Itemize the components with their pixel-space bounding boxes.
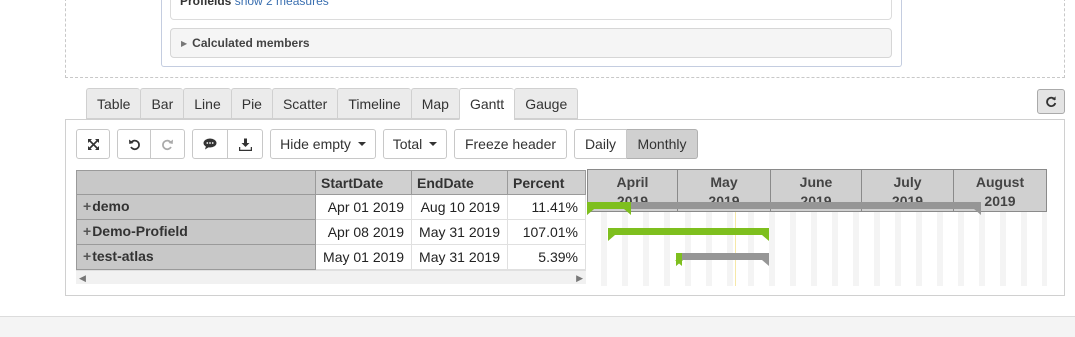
gantt-progress-test-atlas: [675, 253, 683, 266]
daily-label: Daily: [584, 136, 617, 152]
hide-empty-label: Hide empty: [280, 136, 351, 152]
hide-empty-dropdown[interactable]: Hide empty: [270, 129, 376, 159]
profields-group: Profields show 2 measures: [170, 0, 892, 20]
total-dropdown[interactable]: Total: [383, 129, 447, 159]
cell-enddate: May 31 2019: [412, 220, 508, 245]
column-header-startdate[interactable]: StartDate: [315, 170, 412, 195]
caret-down-icon: [357, 142, 366, 146]
row-header-demo-profield[interactable]: +Demo-Profield: [76, 219, 316, 245]
show-measures-link[interactable]: show 2 measures: [235, 0, 329, 8]
column-header-enddate[interactable]: EndDate: [411, 170, 508, 195]
fullscreen-button[interactable]: [76, 129, 110, 159]
row-label: demo: [92, 198, 130, 214]
monthly-label: Monthly: [637, 136, 687, 152]
tab-table[interactable]: Table: [86, 88, 141, 119]
undo-button[interactable]: [117, 129, 151, 159]
month-label: June: [799, 174, 833, 190]
expand-icon: [87, 138, 99, 150]
refresh-button[interactable]: [1037, 89, 1065, 114]
expand-plus-icon[interactable]: +: [83, 248, 91, 264]
cell-percent: 107.01%: [508, 220, 586, 245]
page-footer: [0, 316, 1075, 337]
tab-scatter[interactable]: Scatter: [271, 88, 338, 119]
month-label: August: [975, 174, 1025, 190]
visualization-tabs: Table Bar Line Pie Scatter Timeline Map …: [86, 88, 579, 120]
tab-gantt[interactable]: Gantt: [458, 88, 515, 120]
daily-button[interactable]: Daily: [574, 129, 627, 159]
column-header-percent[interactable]: Percent: [507, 170, 586, 195]
tab-timeline[interactable]: Timeline: [337, 88, 411, 119]
cell-startdate: Apr 08 2019: [316, 220, 412, 245]
table-corner-header: [76, 170, 316, 195]
gantt-chart: April 2019 May 2019 June 2019 July 2019 Augu…: [587, 169, 1047, 286]
monthly-button[interactable]: Monthly: [627, 129, 698, 159]
refresh-icon: [1046, 95, 1057, 107]
tab-gauge[interactable]: Gauge: [514, 88, 579, 119]
cell-startdate: May 01 2019: [316, 245, 412, 270]
freeze-header-button[interactable]: Freeze header: [454, 129, 567, 159]
month-label: April: [616, 174, 649, 190]
expand-plus-icon[interactable]: +: [83, 198, 91, 214]
undo-icon: [128, 139, 140, 150]
gantt-bar-demo[interactable]: [587, 202, 981, 215]
gantt-today-line: [735, 212, 736, 286]
gantt-bar-test-atlas[interactable]: [676, 253, 769, 266]
tab-pie[interactable]: Pie: [230, 88, 272, 119]
cell-enddate: May 31 2019: [412, 245, 508, 270]
expand-plus-icon[interactable]: +: [83, 223, 91, 239]
redo-icon: [162, 139, 173, 150]
profields-label: Profields: [180, 0, 232, 8]
tab-map[interactable]: Map: [410, 88, 459, 119]
year-label: 2019: [984, 193, 1016, 209]
redo-button[interactable]: [151, 129, 185, 159]
scroll-right-icon[interactable]: ▶: [576, 271, 583, 285]
caret-down-icon: [429, 142, 438, 146]
calculated-members-toggle[interactable]: ▶ Calculated members: [170, 28, 892, 58]
month-label: May: [710, 174, 738, 190]
scroll-left-icon[interactable]: ◀: [79, 271, 86, 285]
triangle-right-icon: ▶: [181, 39, 188, 48]
row-label: test-atlas: [92, 248, 154, 264]
download-button[interactable]: [228, 129, 263, 159]
tab-line[interactable]: Line: [183, 88, 231, 119]
row-header-demo[interactable]: +demo: [76, 194, 316, 220]
month-label: July: [893, 174, 922, 190]
download-icon: [238, 138, 252, 151]
row-label: Demo-Profield: [92, 223, 188, 239]
cell-percent: 5.39%: [508, 245, 586, 270]
total-label: Total: [392, 136, 423, 152]
gantt-bar-demo-profield[interactable]: [608, 228, 769, 241]
cell-startdate: Apr 01 2019: [316, 195, 412, 220]
comments-button[interactable]: [192, 129, 228, 159]
calculated-members-label: Calculated members: [192, 36, 310, 50]
horizontal-scrollbar[interactable]: ◀ ▶: [76, 270, 586, 284]
freeze-header-label: Freeze header: [464, 136, 557, 152]
cell-percent: 11.41%: [508, 195, 586, 220]
comment-icon: [203, 138, 217, 150]
tab-bar[interactable]: Bar: [140, 88, 184, 119]
cell-enddate: Aug 10 2019: [412, 195, 508, 220]
row-header-test-atlas[interactable]: +test-atlas: [76, 244, 316, 270]
gantt-progress-demo: [587, 202, 631, 215]
